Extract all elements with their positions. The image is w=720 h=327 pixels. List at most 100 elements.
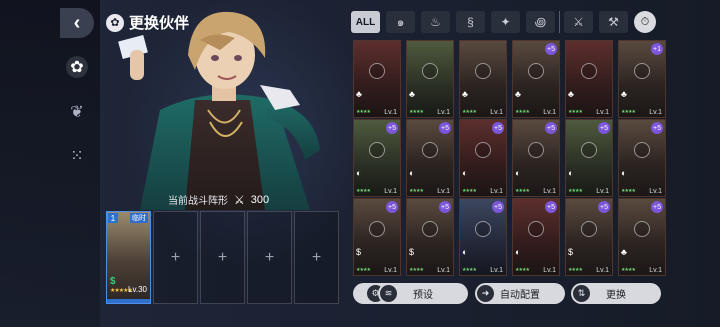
upgrade-badge: +5 (439, 122, 451, 134)
sprout-icon: ❦ (70, 104, 84, 121)
formation-slot-1[interactable]: 1 临时 $ ★★★★★ Lv.30 (106, 211, 151, 304)
class-icon: ◐ (515, 168, 521, 178)
formation-slot-5[interactable]: + (294, 211, 339, 304)
companion-card[interactable]: +5 ◐ ★★★★ Lv.1 (459, 119, 507, 197)
card-stars: ★★★★ (621, 109, 636, 115)
class-icon: ◐ (462, 247, 468, 257)
upgrade-badge: +5 (492, 122, 504, 134)
add-icon: + (170, 248, 181, 266)
temporary-badge: 临时 (130, 213, 148, 223)
filter-vortex-button[interactable]: ꩜ (526, 11, 555, 33)
preset-button[interactable]: ≋ 预设 (378, 283, 468, 304)
card-stars: ★★★★ (515, 188, 530, 194)
companion-card[interactable]: ♣ ★★★★ Lv.1 (353, 40, 401, 118)
class-icon: ◐ (568, 168, 574, 178)
companion-card[interactable]: +5 $ ★★★★ Lv.1 (565, 198, 613, 276)
class-icon: ◐ (515, 247, 521, 257)
card-stars: ★★★★ (515, 109, 530, 115)
upgrade-badge: +5 (545, 122, 557, 134)
vortex-icon: ꩜ (534, 14, 547, 29)
companion-card[interactable]: +5 ◐ ★★★★ Lv.1 (618, 119, 666, 197)
companion-card[interactable]: +5 $ ★★★★ Lv.1 (353, 198, 401, 276)
companion-card[interactable]: +5 ◐ ★★★★ Lv.1 (512, 198, 560, 276)
portrait-placeholder-icon (422, 221, 438, 238)
card-level: Lv.1 (490, 109, 503, 116)
companion-card[interactable]: +1 ♣ ★★★★ Lv.1 (618, 40, 666, 118)
upgrade-badge: +5 (439, 201, 451, 213)
filter-wind-button[interactable]: ๑ (386, 11, 415, 33)
slot-number: 1 (108, 213, 118, 223)
companion-card[interactable]: +5 ◐ ★★★★ Lv.1 (512, 119, 560, 197)
card-level: Lv.1 (437, 267, 450, 274)
companion-card[interactable]: +5 ♣ ★★★★ Lv.1 (618, 198, 666, 276)
class-icon: ♣ (409, 89, 415, 99)
companion-card[interactable]: +5 ♣ ★★★★ Lv.1 (512, 40, 560, 118)
fire-icon: ♨ (430, 15, 441, 29)
upgrade-badge: +5 (651, 122, 663, 134)
auto-config-button[interactable]: ➜ 自动配置 (475, 283, 565, 304)
swap-button[interactable]: ⇅ 更换 (571, 283, 661, 304)
companion-card[interactable]: ♣ ★★★★ Lv.1 (406, 40, 454, 118)
hammer-icon: ⚒ (608, 15, 619, 29)
filter-all-button[interactable]: ALL (351, 11, 380, 33)
slot-bar (107, 299, 150, 303)
class-icon: ◐ (462, 168, 468, 178)
formation-slot-4[interactable]: + (247, 211, 292, 304)
companion-card[interactable]: +5 $ ★★★★ Lv.1 (406, 198, 454, 276)
filter-star-button[interactable]: ✦ (491, 11, 520, 33)
filter-sword-button[interactable]: ⚔ (564, 11, 593, 33)
class-icon: ◐ (621, 168, 627, 178)
sword-icon: ⚔ (573, 15, 584, 29)
card-level: Lv.1 (596, 188, 609, 195)
hero-portrait (100, 0, 345, 210)
preset-label: 预设 (413, 290, 433, 301)
portrait-placeholder-icon (528, 63, 544, 80)
class-icon: ◐ (356, 168, 362, 178)
add-icon: + (217, 248, 228, 266)
upgrade-badge: +5 (651, 201, 663, 213)
filter-hammer-button[interactable]: ⚒ (599, 11, 628, 33)
card-level: Lv.1 (543, 267, 556, 274)
rail-tab-growth[interactable]: ❦ (66, 101, 88, 123)
portrait-placeholder-icon (634, 142, 650, 159)
class-icon: $ (568, 247, 574, 257)
portrait-placeholder-icon (422, 142, 438, 159)
card-level: Lv.1 (543, 188, 556, 195)
crossed-swords-icon: ⚔ (234, 192, 245, 207)
portrait-placeholder-icon (422, 63, 438, 80)
filter-fire-button[interactable]: ♨ (421, 11, 450, 33)
portrait-placeholder-icon (369, 142, 385, 159)
companion-card[interactable]: +5 ◐ ★★★★ Lv.1 (406, 119, 454, 197)
companion-grid: ♣ ★★★★ Lv.1 ♣ ★★★★ Lv.1 ♣ ★★★★ Lv.1 +5 ♣ ★★★★ Lv.1 ♣ ★… (353, 40, 667, 276)
companion-card[interactable]: +5 ◐ ★★★★ Lv.1 (565, 119, 613, 197)
rail-tab-companion[interactable]: ✿ (66, 56, 88, 78)
upgrade-badge: +5 (386, 201, 398, 213)
companion-card[interactable]: +5 ◐ ★★★★ Lv.1 (353, 119, 401, 197)
add-icon: + (311, 248, 322, 266)
companion-card[interactable]: +5 ◐ ★★★★ Lv.1 (459, 198, 507, 276)
sort-time-button[interactable]: ⏱ (634, 11, 656, 33)
card-stars: ★★★★ (356, 109, 371, 115)
portrait-placeholder-icon (581, 221, 597, 238)
upgrade-badge: +5 (598, 122, 610, 134)
formation-header: 当前战斗阵形 ⚔ 300 (168, 192, 269, 208)
companion-card[interactable]: ♣ ★★★★ Lv.1 (565, 40, 613, 118)
formation-slot-3[interactable]: + (200, 211, 245, 304)
portrait-placeholder-icon (475, 63, 491, 80)
class-icon: ♣ (356, 89, 362, 99)
formation-slot-2[interactable]: + (153, 211, 198, 304)
grid-dots-icon: ⁙ (70, 148, 84, 165)
companion-card[interactable]: ♣ ★★★★ Lv.1 (459, 40, 507, 118)
filter-water-button[interactable]: § (456, 11, 485, 33)
card-level: Lv.1 (437, 188, 450, 195)
portrait-placeholder-icon (528, 221, 544, 238)
class-money-icon: $ (110, 276, 116, 287)
class-icon: $ (409, 247, 415, 257)
class-icon: ♣ (462, 89, 468, 99)
layers-icon: ≋ (380, 285, 397, 302)
card-stars: ★★★★ (356, 188, 371, 194)
rail-tab-formation[interactable]: ⁙ (66, 145, 88, 167)
back-button[interactable]: ‹ (60, 8, 94, 38)
upgrade-badge: +5 (386, 122, 398, 134)
upgrade-badge: +1 (651, 43, 663, 55)
